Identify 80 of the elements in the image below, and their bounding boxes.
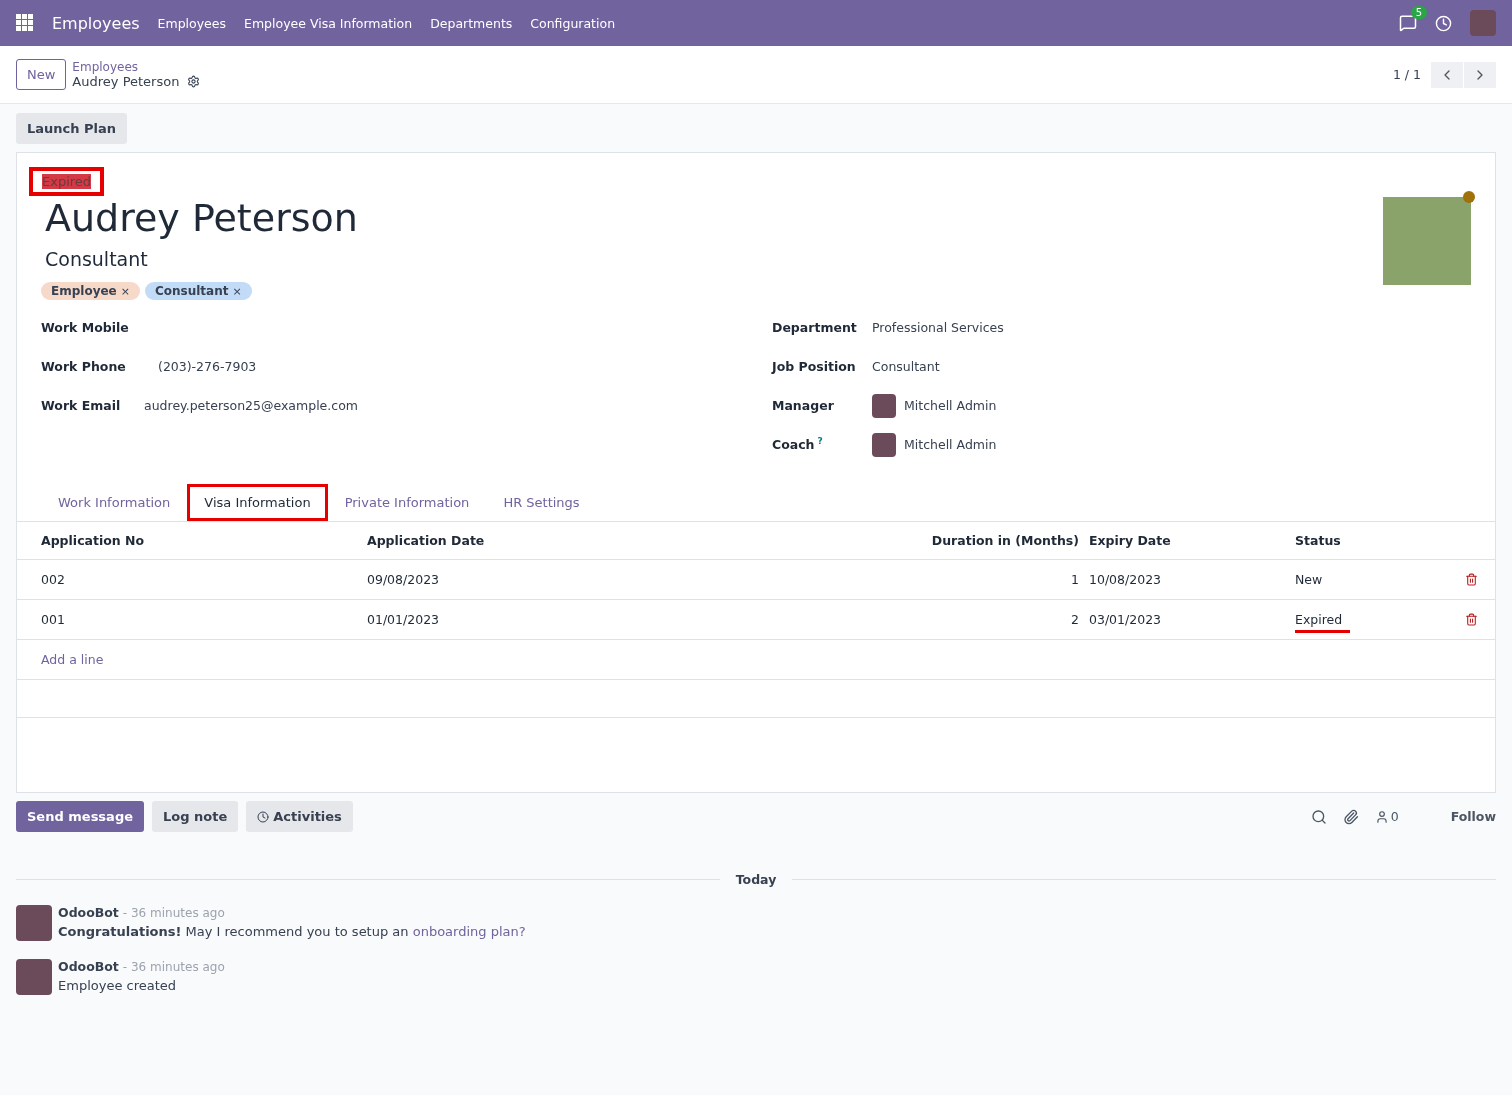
field-label: Department	[772, 320, 858, 335]
column-header[interactable]: Status	[1295, 533, 1351, 548]
table-cell-text: 09/08/2023	[367, 572, 441, 587]
employee-name: Audrey Peterson	[44, 196, 358, 240]
column-header[interactable]: Expiry Date	[1089, 533, 1181, 548]
field-value[interactable]: Mitchell Admin	[904, 437, 997, 452]
tab[interactable]: Visa Information	[187, 484, 328, 521]
tab[interactable]: Work Information	[41, 484, 188, 521]
field-value[interactable]: Mitchell Admin	[904, 398, 997, 413]
message-text: Congratulations! May I recommend you to setup an onboarding plan?	[58, 924, 526, 939]
date-divider: Today	[735, 872, 777, 887]
table-cell: Expired	[1295, 612, 1351, 633]
field-value[interactable]: (203)-276-7903	[158, 359, 257, 374]
tag-label: Employee	[51, 284, 117, 298]
menu-item[interactable]: Employee Visa Information	[244, 15, 413, 31]
table-cell-text: 2	[1071, 612, 1080, 627]
menu-item[interactable]: Departments	[430, 15, 513, 31]
followers-button[interactable]: 0	[1374, 809, 1399, 824]
message-author[interactable]: OdooBot	[58, 905, 119, 920]
delete-icon[interactable]	[1465, 613, 1478, 626]
job-title: Consultant	[44, 247, 149, 270]
field-label: Work Mobile	[41, 320, 130, 335]
apps-grid-icon[interactable]	[16, 14, 34, 32]
menu-item[interactable]: Employees	[157, 15, 226, 31]
remove-tag-icon[interactable]: ×	[232, 284, 242, 298]
delete-icon[interactable]	[1465, 573, 1478, 586]
person-icon	[1374, 809, 1389, 824]
chat-icon[interactable]	[1399, 14, 1417, 32]
field-value[interactable]: Professional Services	[872, 320, 1004, 335]
message-count: 5	[1410, 6, 1427, 19]
message-author[interactable]: OdooBot	[58, 959, 119, 974]
table-cell-text: 10/08/2023	[1089, 572, 1163, 587]
column-header[interactable]: Application Date	[367, 533, 495, 548]
table-cell-text: New	[1295, 572, 1324, 589]
onboarding-link[interactable]: onboarding plan?	[412, 924, 526, 939]
bot-avatar	[16, 959, 52, 995]
send-message-button[interactable]: Send message	[16, 801, 144, 832]
table-cell-text: 1	[1071, 572, 1080, 587]
tag-label: Consultant	[154, 284, 229, 298]
column-header[interactable]: Duration in (Months)	[931, 533, 1089, 548]
tab[interactable]: HR Settings	[486, 484, 597, 521]
new-button[interactable]: New	[16, 59, 67, 90]
field-label: Work Email	[41, 398, 122, 413]
status-ribbon: Expired	[42, 174, 92, 189]
user-avatar	[872, 393, 896, 418]
bot-avatar	[16, 905, 52, 941]
activities-button[interactable]: Activities	[246, 801, 353, 832]
presence-dot	[1463, 191, 1475, 203]
app-title[interactable]: Employees	[52, 13, 140, 33]
field-label: Job Position	[772, 359, 857, 374]
log-note-button[interactable]: Log note	[152, 801, 239, 832]
add-line-link[interactable]: Add a line	[41, 652, 367, 667]
breadcrumb-current: Audrey Peterson	[72, 74, 180, 89]
field-label: Work Phone	[41, 359, 127, 374]
search-icon[interactable]	[1310, 808, 1327, 825]
clock-icon[interactable]	[1435, 14, 1452, 32]
message-time: - 36 minutes ago	[122, 906, 225, 920]
field-value[interactable]: Consultant	[872, 359, 940, 374]
paperclip-icon[interactable]	[1342, 808, 1359, 825]
table-cell-text: 03/01/2023	[1089, 612, 1163, 627]
column-header[interactable]: Application No	[41, 533, 155, 548]
tab[interactable]: Private Information	[327, 484, 487, 521]
help-mark[interactable]: ?	[817, 436, 823, 447]
pager-value: 1 / 1	[1392, 67, 1421, 82]
user-avatar	[872, 432, 896, 457]
clock-icon	[257, 810, 270, 823]
field-label: Coach $^{?}$	[772, 436, 824, 453]
breadcrumb-link[interactable]: Employees	[72, 60, 201, 74]
field-value[interactable]: audrey.peterson25@example.com	[144, 398, 358, 413]
remove-tag-icon[interactable]: ×	[120, 284, 130, 298]
menu-item[interactable]: Configuration	[530, 15, 616, 31]
follow-button[interactable]: Follow	[1450, 809, 1496, 824]
table-cell-text: 001	[41, 612, 66, 627]
launch-plan-button[interactable]: Launch Plan	[16, 113, 128, 144]
field-label: Manager	[772, 398, 835, 413]
table-cell-text: 01/01/2023	[367, 612, 441, 627]
message-text: Employee created	[58, 978, 178, 993]
table-cell-text: 002	[41, 572, 66, 587]
settings-icon[interactable]	[187, 75, 201, 88]
message-time: - 36 minutes ago	[122, 960, 225, 974]
